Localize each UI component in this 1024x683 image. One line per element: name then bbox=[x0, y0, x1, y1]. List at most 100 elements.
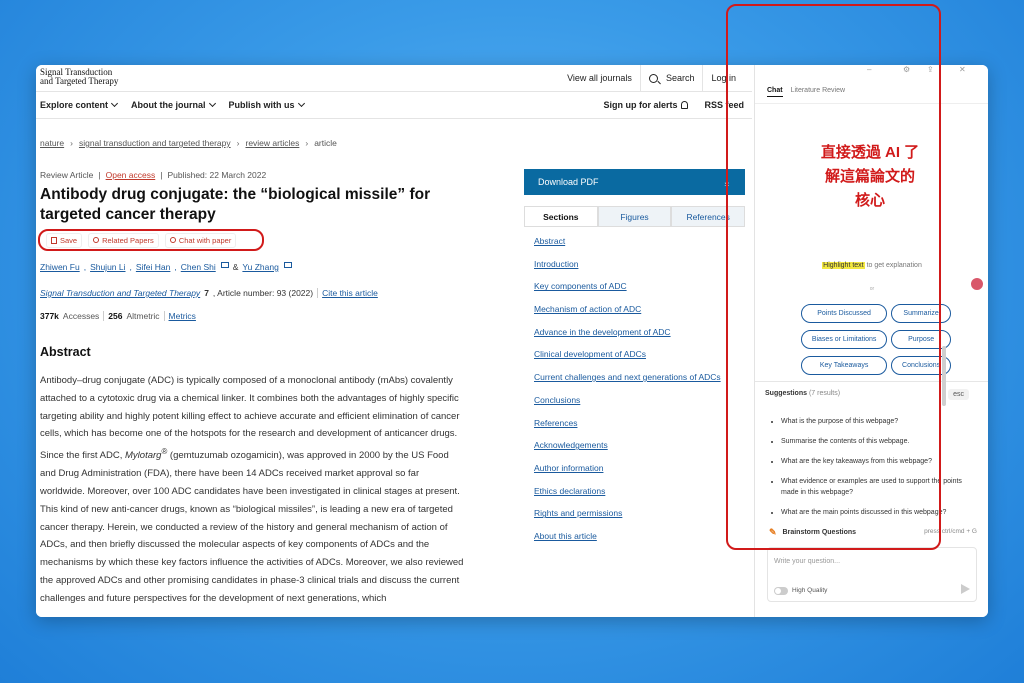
panel-tabs: Chat Literature Review bbox=[767, 87, 845, 97]
toc-link[interactable]: Ethics declarations bbox=[534, 486, 721, 509]
suggestion-item[interactable]: What is the purpose of this webpage? bbox=[781, 416, 981, 427]
tab-chat[interactable]: Chat bbox=[767, 87, 783, 97]
search-icon bbox=[648, 73, 658, 83]
suggestion-item[interactable]: What are the main points discussed in th… bbox=[781, 507, 981, 518]
toc-link[interactable]: Key components of ADC bbox=[534, 281, 721, 304]
abstract-text: Antibody–drug conjugate (ADC) is typical… bbox=[40, 375, 464, 604]
toc-link[interactable]: Acknowledgements bbox=[534, 440, 721, 463]
search-button[interactable]: Search bbox=[641, 65, 703, 91]
suggestion-item[interactable]: What evidence or examples are used to su… bbox=[781, 476, 981, 498]
or-divider: or bbox=[869, 286, 875, 292]
author-link[interactable]: Shujun Li bbox=[90, 262, 125, 272]
sub-nav: Explore content About the journal Publis… bbox=[36, 92, 752, 119]
suggestion-item[interactable]: Summarise the contents of this webpage. bbox=[781, 436, 981, 447]
rss-feed-link[interactable]: RSS feed bbox=[704, 100, 744, 110]
search-icon bbox=[93, 237, 100, 243]
related-papers-button[interactable]: Related Papers bbox=[88, 232, 159, 248]
toc-link[interactable]: About this article bbox=[534, 531, 721, 554]
article-meta: Review Article | Open access | Published: … bbox=[40, 170, 267, 180]
ai-chat-panel: – ⚙ ⇪ ✕ Chat Literature Review 直接透過 AI 了… bbox=[754, 65, 988, 617]
toc-link[interactable]: Abstract bbox=[534, 236, 721, 259]
journal-link[interactable]: Signal Transduction and Targeted Therapy bbox=[40, 288, 200, 298]
volume: 7 bbox=[204, 288, 209, 298]
annotation-caption: 直接透過 AI 了 解這篇論文的 核心 bbox=[820, 144, 920, 209]
toc-link[interactable]: Clinical development of ADCs bbox=[534, 349, 721, 372]
chevron-down-icon bbox=[110, 99, 119, 108]
author-link[interactable]: Zhiwen Fu bbox=[40, 262, 80, 272]
tab-literature-review[interactable]: Literature Review bbox=[791, 87, 845, 97]
top-nav: View all journals Search Log in bbox=[559, 65, 744, 91]
section-tabs: Sections Figures References bbox=[524, 206, 746, 227]
toc-link[interactable]: Author information bbox=[534, 463, 721, 486]
chip-points-discussed[interactable]: Points Discussed bbox=[801, 304, 888, 323]
sign-up-alerts-link[interactable]: Sign up for alerts bbox=[603, 100, 689, 110]
save-button[interactable]: Save bbox=[46, 232, 83, 248]
publish-menu[interactable]: Publish with us bbox=[229, 99, 305, 110]
author-link[interactable]: Sifei Han bbox=[136, 262, 171, 272]
download-pdf-button[interactable]: Download PDF ⤓ bbox=[524, 169, 745, 195]
chat-with-paper-button[interactable]: Chat with paper bbox=[164, 232, 237, 248]
sidebar-toggle-icon[interactable] bbox=[969, 276, 985, 292]
metrics-link[interactable]: Metrics bbox=[169, 311, 196, 321]
shortcut-hint: press ctrl/cmd + G bbox=[924, 528, 977, 535]
about-journal-menu[interactable]: About the journal bbox=[131, 99, 216, 110]
browser-window: Signal Transduction and Targeted Therapy… bbox=[36, 65, 988, 617]
chevron-down-icon bbox=[208, 99, 216, 108]
sparkle-icon: ✎ bbox=[769, 527, 777, 537]
breadcrumb-journal[interactable]: signal transduction and targeted therapy bbox=[79, 138, 231, 148]
chip-key-takeaways[interactable]: Key Takeaways bbox=[801, 356, 888, 375]
breadcrumb-nature[interactable]: nature bbox=[40, 138, 64, 148]
mail-icon[interactable] bbox=[220, 262, 229, 268]
toc-link[interactable]: Rights and permissions bbox=[534, 508, 721, 531]
settings-icon[interactable]: ⚙ bbox=[903, 65, 910, 74]
chevron-down-icon bbox=[297, 99, 305, 108]
breadcrumb-review-articles[interactable]: review articles bbox=[245, 138, 299, 148]
question-placeholder: Write your question... bbox=[774, 558, 841, 565]
toc-link[interactable]: Introduction bbox=[534, 259, 721, 282]
toc-link[interactable]: References bbox=[534, 418, 721, 441]
author-link[interactable]: Chen Shi bbox=[181, 262, 216, 272]
paper-tools-highlight: Save Related Papers Chat with paper bbox=[38, 229, 264, 251]
article-page: Signal Transduction and Targeted Therapy… bbox=[36, 65, 752, 617]
breadcrumb-current: article bbox=[314, 138, 337, 148]
chat-icon bbox=[169, 237, 176, 243]
toc-link[interactable]: Conclusions bbox=[534, 395, 721, 418]
quick-actions: Points Discussed Summarize Biases or Lim… bbox=[801, 304, 951, 375]
download-icon: ⤓ bbox=[724, 177, 729, 188]
scrollbar[interactable] bbox=[942, 346, 946, 406]
high-quality-label: High Quality bbox=[792, 587, 828, 594]
high-quality-toggle[interactable] bbox=[774, 587, 788, 595]
author-link[interactable]: Yu Zhang bbox=[242, 262, 278, 272]
open-access-link[interactable]: Open access bbox=[106, 170, 156, 180]
explore-content-menu[interactable]: Explore content bbox=[40, 99, 119, 110]
tab-references[interactable]: References bbox=[671, 206, 746, 226]
journal-logo[interactable]: Signal Transduction and Targeted Therapy bbox=[40, 68, 118, 85]
top-bar: Signal Transduction and Targeted Therapy… bbox=[36, 65, 752, 92]
chip-biases-limitations[interactable]: Biases or Limitations bbox=[801, 330, 888, 349]
question-input[interactable]: Write your question... High Quality bbox=[767, 547, 977, 602]
article-metrics: 377k Accesses 256 Altmetric Metrics bbox=[40, 311, 196, 321]
toc-link[interactable]: Mechanism of action of ADC bbox=[534, 304, 721, 327]
view-all-journals-link[interactable]: View all journals bbox=[559, 65, 640, 91]
article-type: Review Article bbox=[40, 170, 94, 180]
suggestion-item[interactable]: What are the key takeaways from this web… bbox=[781, 456, 981, 467]
tab-sections[interactable]: Sections bbox=[524, 206, 598, 226]
minimize-icon[interactable]: – bbox=[867, 65, 871, 74]
share-icon[interactable]: ⇪ bbox=[927, 65, 934, 74]
toc-link[interactable]: Current challenges and next generations … bbox=[534, 372, 721, 395]
published-date: Published: 22 March 2022 bbox=[167, 170, 267, 180]
cite-article-link[interactable]: Cite this article bbox=[322, 288, 378, 298]
close-icon[interactable]: ✕ bbox=[959, 65, 966, 74]
login-link[interactable]: Log in bbox=[703, 65, 744, 91]
esc-button[interactable]: esc bbox=[948, 389, 969, 400]
brainstorm-questions-button[interactable]: ✎ Brainstorm Questions bbox=[769, 527, 856, 538]
mail-icon[interactable] bbox=[283, 262, 292, 268]
bell-icon bbox=[681, 101, 689, 109]
send-icon[interactable] bbox=[961, 584, 970, 594]
table-of-contents: Abstract Introduction Key components of … bbox=[534, 236, 721, 554]
tab-figures[interactable]: Figures bbox=[597, 206, 672, 226]
article-title: Antibody drug conjugate: the “biological… bbox=[40, 186, 431, 223]
suggestion-list: What is the purpose of this webpage? Sum… bbox=[771, 416, 981, 527]
chip-summarize[interactable]: Summarize bbox=[891, 304, 951, 323]
toc-link[interactable]: Advance in the development of ADC bbox=[534, 327, 721, 350]
